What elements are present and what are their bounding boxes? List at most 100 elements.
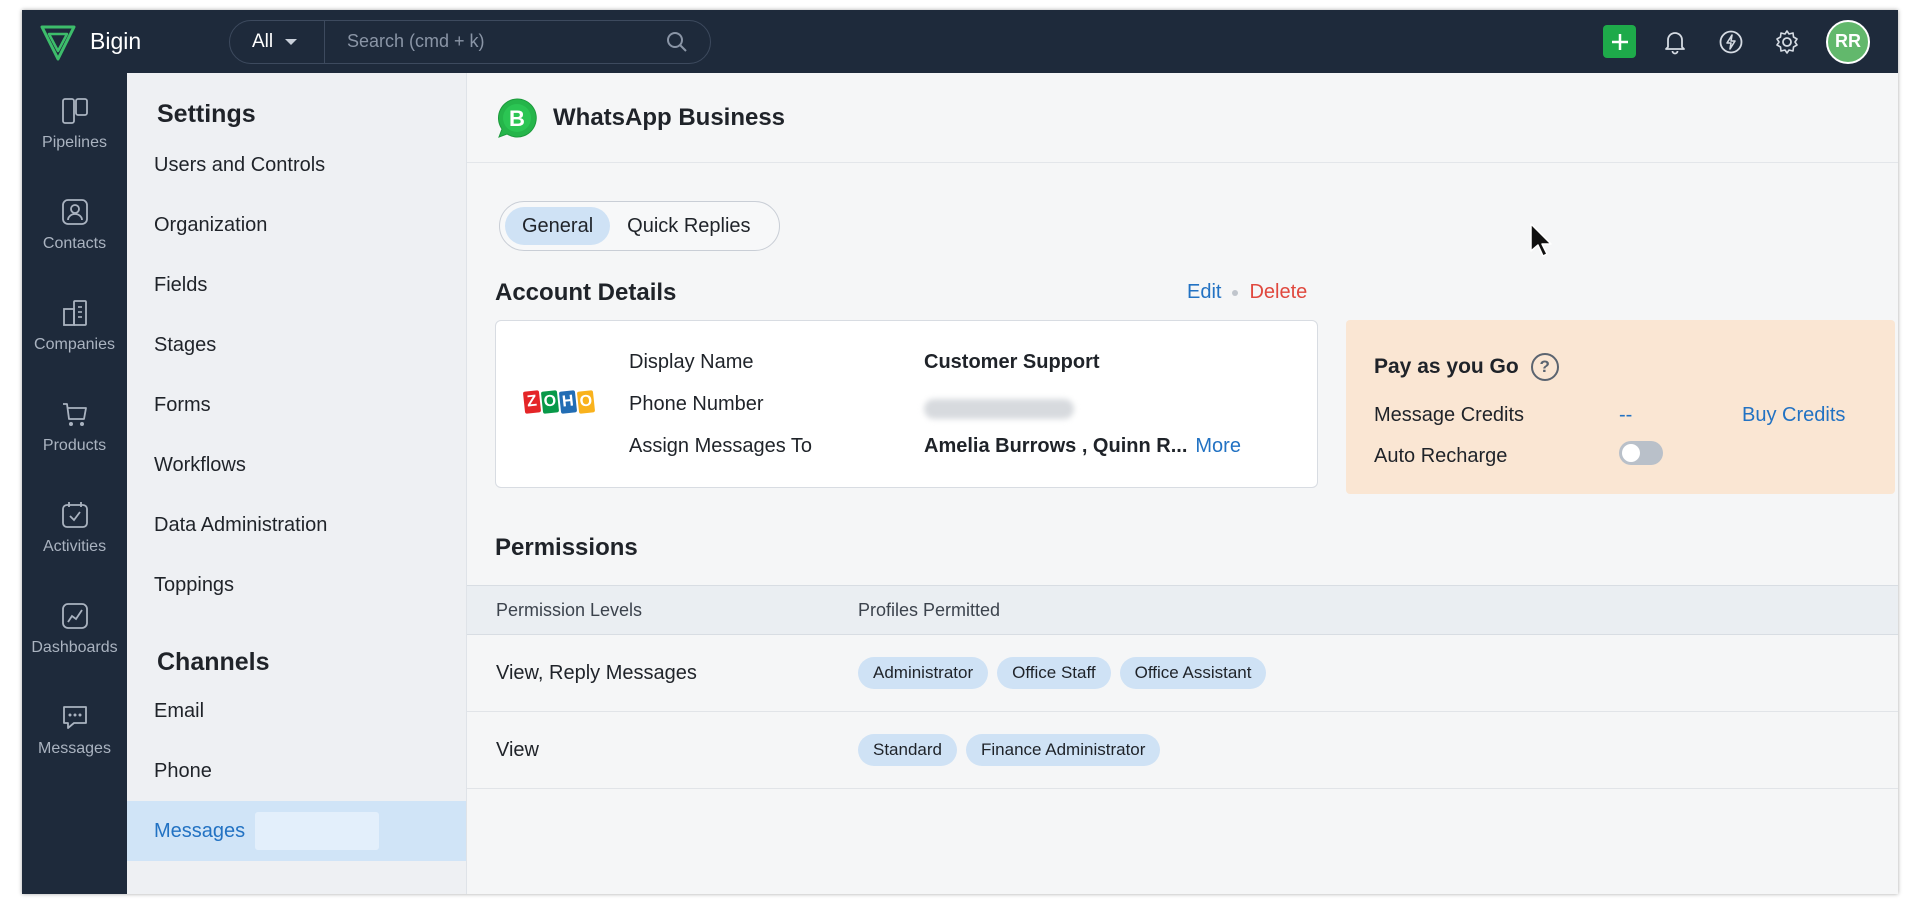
settings-item-users-and-controls[interactable]: Users and Controls [127,135,466,195]
nav-label: Contacts [42,234,107,252]
table-row: View, Reply Messages Administrator Offic… [467,635,1898,712]
search-box: All [229,19,711,64]
nav-item-contacts[interactable]: Contacts [22,174,127,275]
profile-chip: Administrator [858,657,989,689]
buy-credits-link[interactable]: Buy Credits [1742,404,1845,427]
messages-icon [62,705,87,729]
assign-messages-label: Assign Messages To [629,435,813,457]
tab-quick-replies[interactable]: Quick Replies [610,207,767,245]
message-credits-value: -- [1619,404,1633,426]
account-details-title: Account Details [495,279,677,306]
nav-item-pipelines[interactable]: Pipelines [22,73,127,174]
lightning-icon[interactable] [1714,25,1748,59]
channel-item-phone[interactable]: Phone [127,741,466,801]
table-row: View Standard Finance Administrator [467,712,1898,789]
chevron-down-icon [285,38,298,45]
nav-label: Companies [34,335,115,353]
search-scope-label: All [252,30,274,52]
plus-icon [1611,33,1628,50]
settings-item-data-administration[interactable]: Data Administration [127,495,466,555]
nav-item-activities[interactable]: Activities [22,477,127,578]
products-icon [62,402,87,426]
profile-chip: Standard [858,734,957,766]
phone-number-value-redacted [924,399,1074,419]
contacts-icon [61,198,88,225]
highlight-marker [255,812,380,850]
channels-title: Channels [157,648,270,676]
nav-label: Dashboards [31,638,118,656]
zoho-logo-letter: O [576,390,596,414]
nav-label: Products [42,436,107,454]
zoho-logo: Z O H O [522,390,596,414]
search-icon[interactable] [666,31,710,53]
channel-item-email[interactable]: Email [127,681,466,741]
gear-icon[interactable] [1770,25,1804,59]
page-header: B WhatsApp Business [467,73,1898,163]
dashboards-icon [61,602,88,629]
app-window: Bigin All RR [22,10,1898,894]
search-input[interactable] [325,31,666,52]
app-name: Bigin [90,28,142,54]
nav-item-dashboards[interactable]: Dashboards [22,578,127,679]
separator-dot [1232,289,1239,296]
nav-item-products[interactable]: Products [22,376,127,477]
toggle-knob [1622,444,1640,462]
account-actions: Edit Delete [1187,281,1307,304]
nav-label: Pipelines [42,133,107,151]
settings-item-workflows[interactable]: Workflows [127,435,466,495]
assignees-text: Amelia Burrows , Quinn R... [924,435,1188,457]
nav-label: Activities [42,537,107,555]
settings-item-toppings[interactable]: Toppings [127,555,466,615]
profile-chip: Office Assistant [1119,657,1267,689]
help-icon[interactable]: ? [1530,353,1559,381]
permissions-table: Permission Levels Profiles Permitted Vie… [467,585,1898,789]
activities-icon [61,501,88,528]
top-actions: RR [1603,19,1870,64]
search-scope-dropdown[interactable]: All [230,20,325,63]
settings-item-forms[interactable]: Forms [127,375,466,435]
tab-general[interactable]: General [505,207,611,245]
tab-group: General Quick Replies [499,201,780,251]
add-button[interactable] [1603,25,1636,58]
settings-item-stages[interactable]: Stages [127,315,466,375]
pay-as-you-go-card: Pay as you Go ? Message Credits -- Buy C… [1346,320,1895,494]
header-permission-levels: Permission Levels [496,599,643,620]
account-card: Z O H O Display Name Customer Support Ph… [495,320,1318,488]
assign-messages-value: Amelia Burrows , Quinn R... More [924,435,1241,458]
payg-title: Pay as you Go ? [1374,353,1559,381]
settings-sidebar: Settings Users and Controls Organization… [127,73,467,894]
mouse-cursor-icon [1530,223,1552,257]
settings-item-organization[interactable]: Organization [127,195,466,255]
user-avatar[interactable]: RR [1826,19,1870,64]
nav-item-companies[interactable]: Companies [22,275,127,376]
display-name-value: Customer Support [924,351,1100,373]
delete-link[interactable]: Delete [1249,281,1307,304]
bell-icon[interactable] [1658,25,1692,59]
header-profiles-permitted: Profiles Permitted [858,599,1001,620]
profile-chip: Office Staff [997,657,1111,689]
top-bar: Bigin All RR [22,10,1898,73]
nav-item-messages[interactable]: Messages [22,679,127,780]
channel-item-messages[interactable]: Messages [127,801,466,861]
edit-link[interactable]: Edit [1187,281,1221,304]
profile-chip: Finance Administrator [966,734,1161,766]
page-title: WhatsApp Business [553,103,786,131]
pipelines-icon [61,97,88,124]
left-nav: Pipelines Contacts Companies Products Ac… [22,73,127,894]
brand[interactable]: Bigin [40,23,190,61]
profiles-cell: Administrator Office Staff Office Assist… [858,657,1898,689]
payg-title-text: Pay as you Go [1374,355,1519,378]
permissions-title: Permissions [495,534,638,561]
settings-title: Settings [157,100,256,128]
main-content: B WhatsApp Business General Quick Replie… [467,73,1898,894]
svg-text:B: B [509,106,525,131]
settings-item-fields[interactable]: Fields [127,255,466,315]
auto-recharge-toggle[interactable] [1619,441,1663,465]
bigin-logo-icon [40,25,76,60]
permission-level: View, Reply Messages [496,661,697,684]
nav-label: Messages [38,739,111,757]
phone-number-label: Phone Number [629,393,764,415]
whatsapp-business-icon: B [498,97,537,138]
zoho-logo-letter: O [540,390,560,414]
more-link[interactable]: More [1195,435,1241,457]
